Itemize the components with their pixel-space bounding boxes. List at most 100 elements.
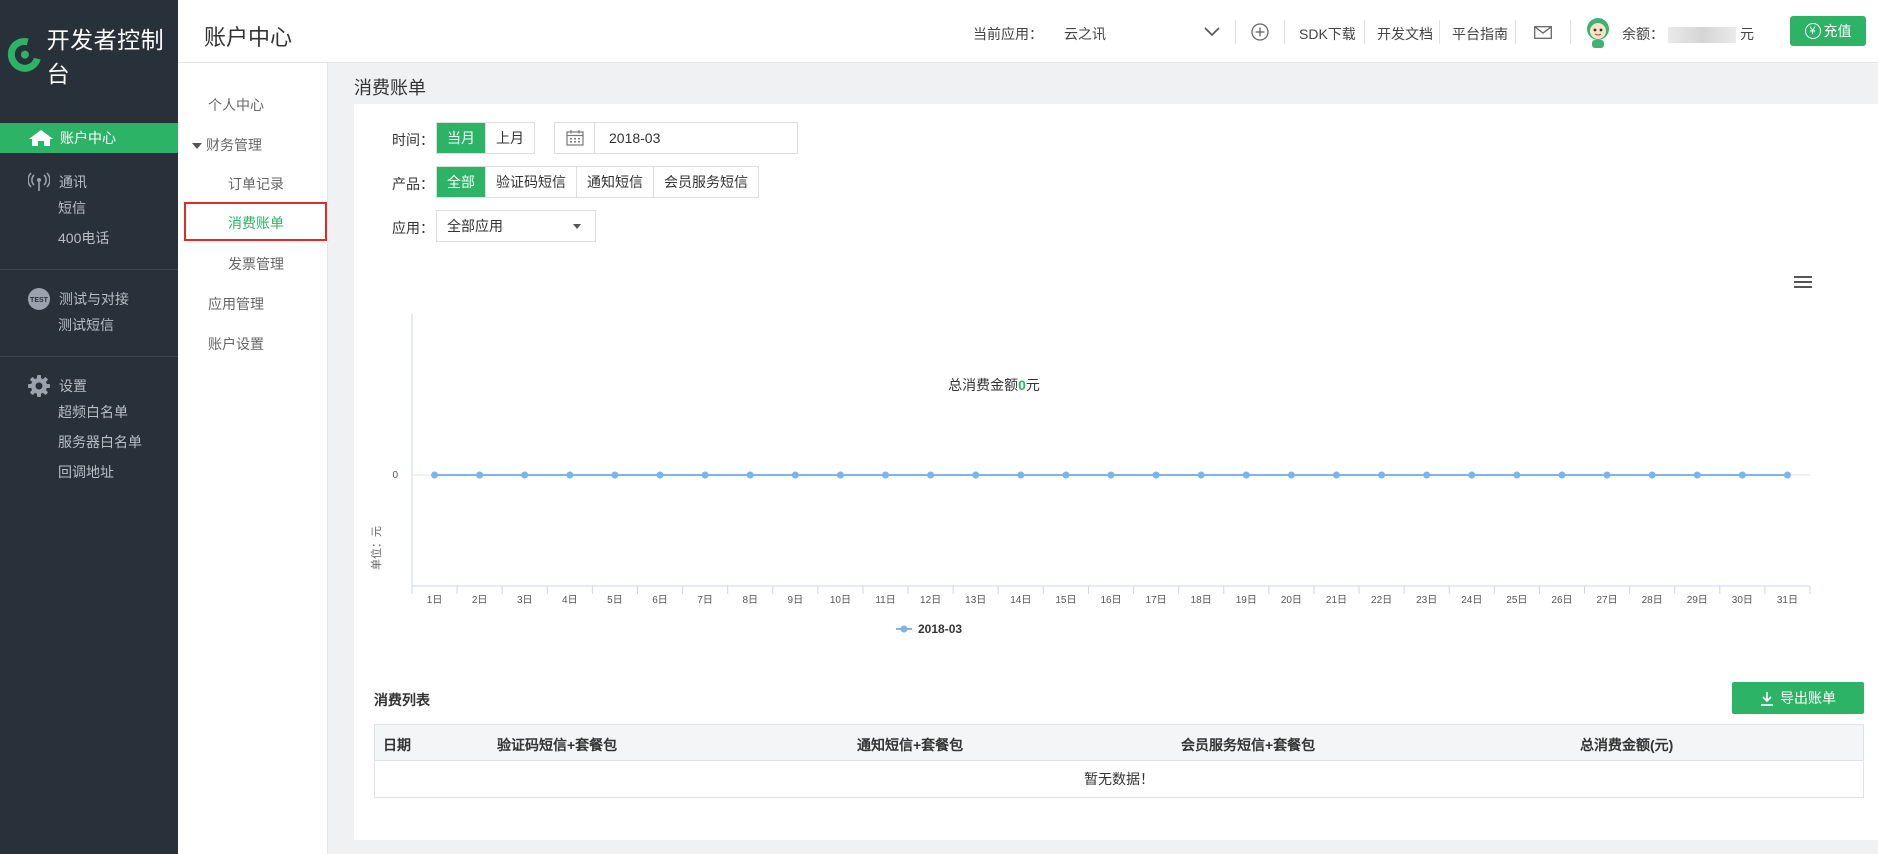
chevron-down-icon[interactable] [1204,27,1220,37]
menu-item-finance[interactable]: 财务管理 [192,135,262,155]
time-option-last-month[interactable]: 上月 [486,123,534,153]
menu-item-account-settings[interactable]: 账户设置 [208,334,264,354]
gear-icon [27,374,51,398]
avatar[interactable] [1582,15,1614,49]
month-picker-value: 2018-03 [609,130,661,146]
platform-guide-link[interactable]: 平台指南 [1452,24,1508,44]
product-option-member-sms[interactable]: 会员服务短信 [654,167,758,197]
data-point [1378,471,1386,479]
list-title: 消费列表 [374,692,430,708]
logo[interactable]: 开发者控制台 [0,0,178,110]
sidebar-item-overfreq-whitelist[interactable]: 超频白名单 [0,397,178,427]
product-label: 产品： [392,176,434,192]
export-bill-label: 导出账单 [1780,690,1836,706]
sidebar-item-communication[interactable]: 通讯 [0,171,178,193]
balance-unit: 元 [1740,26,1754,42]
x-tick-label: 5日 [607,595,623,606]
product-option-verification-sms[interactable]: 验证码短信 [486,167,577,197]
menu-item-orders[interactable]: 订单记录 [228,174,284,194]
sidebar-item-sms[interactable]: 短信 [0,193,178,223]
add-circle-icon[interactable] [1251,23,1269,41]
data-point [656,471,664,479]
data-point [566,471,574,479]
dev-docs-link[interactable]: 开发文档 [1377,24,1433,44]
month-picker[interactable]: 2018-03 [554,122,798,154]
consumption-table: 日期 验证码短信+套餐包 通知短信+套餐包 会员服务短信+套餐包 总消费金额(元… [374,724,1864,798]
caret-down-icon [192,143,202,150]
data-point [1513,471,1521,479]
data-point [1693,471,1701,479]
sidebar-group-settings: 设置 超频白名单 服务器白名单 回调地址 [0,356,178,503]
app-select-value: 全部应用 [447,218,503,234]
logo-text: 开发者控制台 [46,27,165,87]
sidebar-item-settings[interactable]: 设置 [0,375,178,397]
app-label: 应用： [392,220,434,236]
x-tick-label: 23日 [1416,595,1437,606]
x-tick-label: 27日 [1597,595,1618,606]
x-tick-label: 13日 [965,595,986,606]
sidebar-group-communication: 通讯 短信 400电话 [0,165,178,269]
data-point [882,471,890,479]
data-point [1197,471,1205,479]
svg-text:TEST: TEST [30,297,49,304]
x-tick-label: 21日 [1326,595,1347,606]
chart-title: 总消费金额0元 [948,377,1040,393]
data-point [1558,471,1566,479]
sidebar-group-testing: TEST 测试与对接 测试短信 [0,269,178,356]
x-tick-label: 3日 [517,595,533,606]
legend-label: 2018-03 [918,622,962,636]
x-tick-label: 25日 [1506,595,1527,606]
divider [1570,20,1571,44]
data-point [1062,471,1070,479]
consumption-chart: 总消费金额0元 单位：元 01日 2日 3日 4日 5日 6日 7日 8日 9日 10日 11日 12… [369,314,1811,636]
x-tick-label: 19日 [1236,595,1257,606]
data-point [521,471,529,479]
signal-icon [27,170,51,194]
data-point [1648,471,1656,479]
product-toggle: 全部 验证码短信 通知短信 会员服务短信 [436,166,759,198]
current-app-select[interactable]: 云之讯 [1064,24,1106,44]
data-point [1107,471,1115,479]
divider [1235,20,1236,44]
sidebar-item-account-center[interactable]: 账户中心 [0,123,178,153]
x-tick-label: 9日 [788,595,804,606]
menu-item-bills[interactable]: 消费账单 [184,202,327,241]
app-select[interactable]: 全部应用 [436,210,596,242]
menu-item-label: 财务管理 [206,137,262,153]
x-tick-label: 20日 [1281,595,1302,606]
x-tick-label: 2日 [472,595,488,606]
sidebar-item-400-phone[interactable]: 400电话 [0,223,178,253]
export-bill-button[interactable]: 导出账单 [1732,682,1864,714]
sidebar-item-callback-url[interactable]: 回调地址 [0,457,178,487]
yen-icon: ¥ [1804,23,1821,39]
chart-menu-icon[interactable] [1794,276,1812,290]
sidebar-item-server-whitelist[interactable]: 服务器白名单 [0,427,178,457]
menu-item-app-manage[interactable]: 应用管理 [208,294,264,314]
time-option-this-month[interactable]: 当月 [437,123,486,153]
menu-item-label: 消费账单 [228,215,284,231]
data-point [1738,471,1746,479]
menu-item-personal-center[interactable]: 个人中心 [208,95,264,115]
sidebar-item-testing[interactable]: TEST 测试与对接 [0,288,178,310]
data-point [611,471,619,479]
sdk-download-link[interactable]: SDK下载 [1299,24,1356,44]
product-option-notification-sms[interactable]: 通知短信 [577,167,654,197]
current-app-label: 当前应用： [973,26,1043,42]
menu-item-invoices[interactable]: 发票管理 [228,254,284,274]
y-axis-label: 单位：元 [369,526,383,570]
sidebar-item-label: 设置 [59,378,87,394]
data-point [972,471,980,479]
data-point [1287,471,1295,479]
chart-title-suffix: 元 [1026,377,1040,393]
sidebar-item-test-sms[interactable]: 测试短信 [0,310,178,340]
data-point [791,471,799,479]
x-tick-label: 7日 [697,595,713,606]
product-option-all[interactable]: 全部 [437,167,486,197]
main-sidebar: 开发者控制台 账户中心 通讯 短信 400电话 TEST 测试与对接 测试短信 … [0,0,178,854]
calendar-icon[interactable] [555,123,595,153]
mail-icon[interactable] [1534,26,1552,39]
chart-title-prefix: 总消费金额 [948,377,1018,393]
recharge-button[interactable]: ¥ 充值 [1790,16,1866,46]
data-point [927,471,935,479]
x-tick-label: 11日 [875,595,895,606]
